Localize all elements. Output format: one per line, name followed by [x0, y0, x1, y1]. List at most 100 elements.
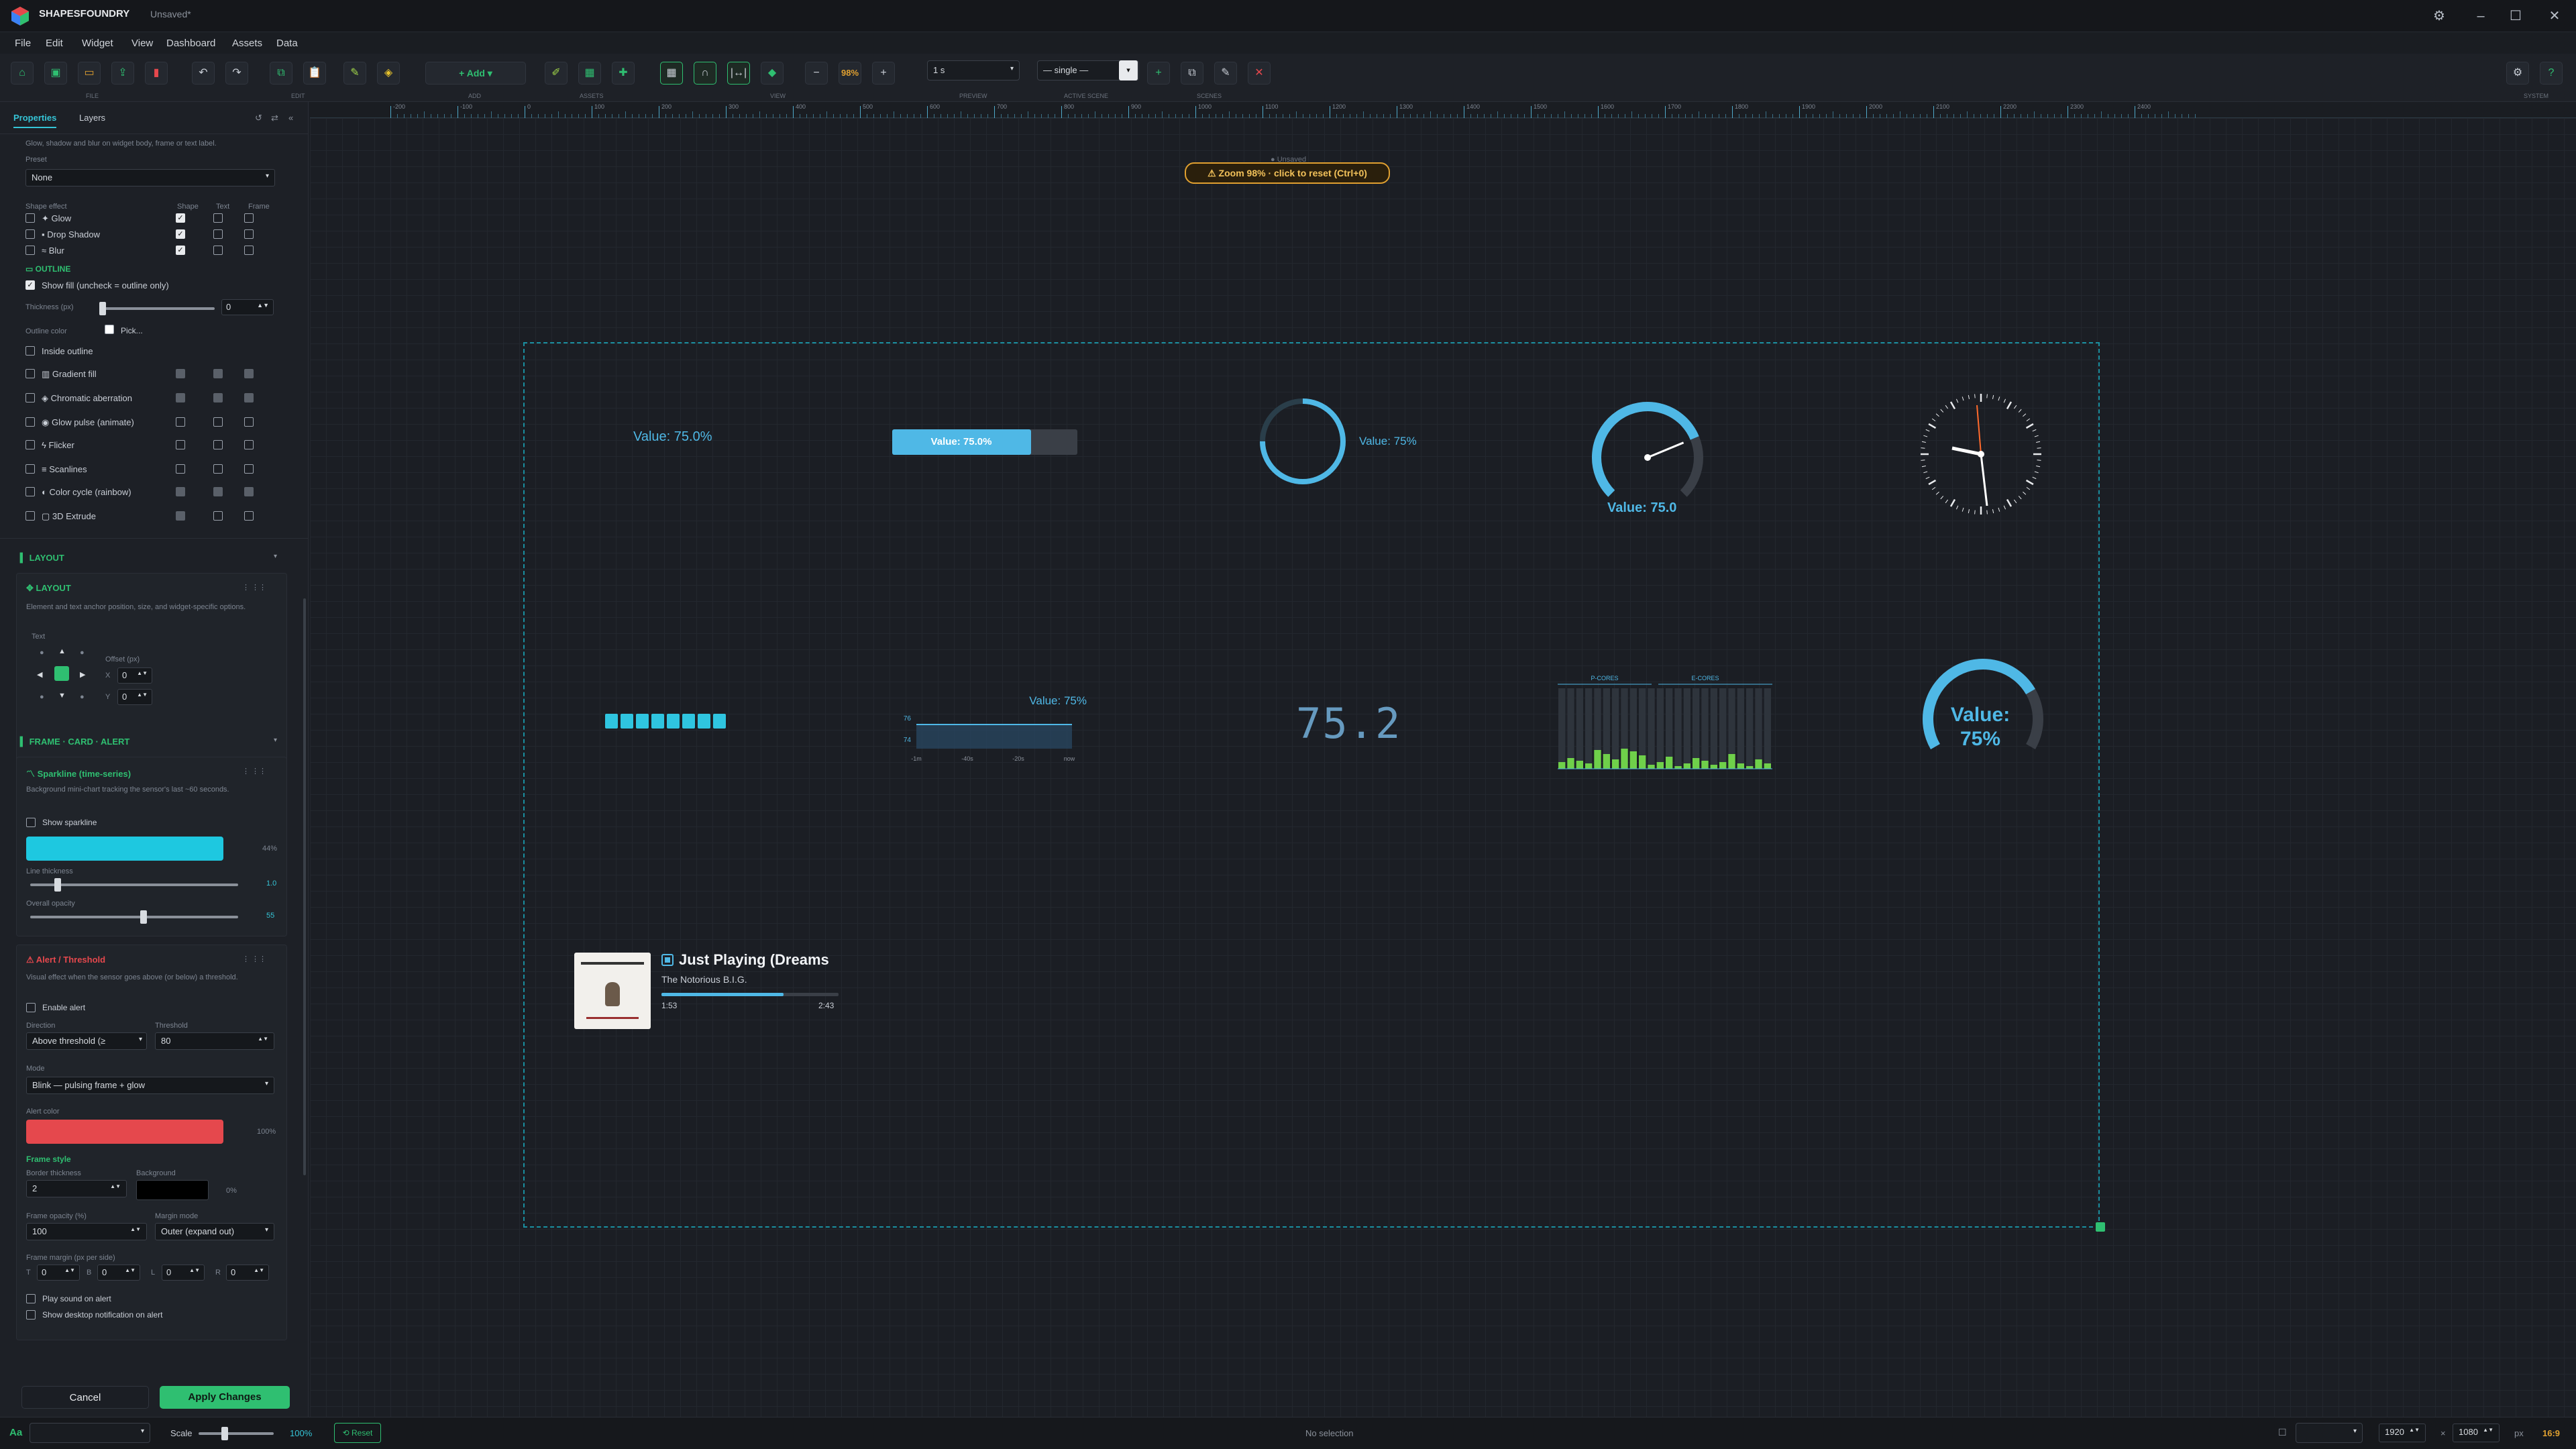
rename-scene-icon[interactable]: ✎	[1214, 62, 1237, 85]
frame-opacity-input[interactable]: 100 ▲▼	[26, 1223, 147, 1240]
blur-checkbox[interactable]	[25, 246, 35, 255]
play-sound-checkbox[interactable]	[26, 1294, 36, 1303]
font-select[interactable]: ▾	[30, 1423, 150, 1443]
chevron-down-icon[interactable]: ▾	[274, 737, 277, 744]
canvas-height-input[interactable]: 1080 ▲▼	[2453, 1424, 2500, 1442]
font-icon[interactable]: Aa	[9, 1427, 22, 1438]
zoom-out-icon[interactable]: −	[805, 62, 828, 85]
scanlines-shape-checkbox[interactable]	[176, 464, 185, 474]
paste-icon[interactable]: 📋	[303, 62, 326, 85]
extrude-checkbox[interactable]	[25, 511, 35, 521]
card-menu-icon[interactable]: ⋮ ⋮⋮	[242, 583, 266, 592]
blur-shape-checkbox[interactable]: ✓	[176, 246, 185, 255]
blur-text-checkbox[interactable]	[213, 246, 223, 255]
direction-select[interactable]: Above threshold (≥ ▾	[26, 1032, 147, 1050]
close-file-icon[interactable]: ▮	[145, 62, 168, 85]
extrude-frame-checkbox[interactable]	[244, 511, 254, 521]
apply-changes-button[interactable]: Apply Changes	[160, 1386, 290, 1409]
chevron-down-icon[interactable]: ▾	[274, 553, 277, 560]
border-thickness-input[interactable]: 2 ▲▼	[26, 1180, 127, 1197]
offset-y-input[interactable]: 0 ▲▼	[117, 689, 152, 705]
zoom-in-icon[interactable]: +	[872, 62, 895, 85]
zoom-level[interactable]: 98%	[839, 62, 861, 85]
drop-shadow-checkbox[interactable]	[25, 229, 35, 239]
gradient-shape-checkbox[interactable]	[176, 369, 185, 378]
pick-color-button[interactable]: Pick...	[121, 326, 143, 335]
anchor-w[interactable]: ◀	[37, 670, 42, 679]
save-icon[interactable]: ▣	[44, 62, 67, 85]
canvas-width-input[interactable]: 1920 ▲▼	[2379, 1424, 2426, 1442]
anchor-center[interactable]	[54, 666, 69, 681]
chromatic-checkbox[interactable]	[25, 393, 35, 402]
glow-checkbox[interactable]	[25, 213, 35, 223]
home-icon[interactable]: ⌂	[11, 62, 34, 85]
dashboard-frame[interactable]: Value: 75.0% Value: 75.0% Value: 75% Val…	[523, 342, 2105, 1232]
margin-t-input[interactable]: 0 ▲▼	[37, 1265, 80, 1281]
drop-shadow-shape-checkbox[interactable]: ✓	[176, 229, 185, 239]
seven-segment-widget[interactable]: 75.2	[1296, 699, 1401, 748]
menu-dashboard[interactable]: Dashboard	[166, 38, 215, 49]
glow-pulse-text-checkbox[interactable]	[213, 417, 223, 427]
paint-bucket-icon[interactable]: ◈	[377, 62, 400, 85]
color-cycle-shape-checkbox[interactable]	[176, 487, 185, 496]
color-cycle-checkbox[interactable]	[25, 487, 35, 496]
menu-assets[interactable]: Assets	[232, 38, 262, 49]
swap-icon[interactable]: ⇄	[271, 113, 278, 123]
gradient-frame-checkbox[interactable]	[244, 369, 254, 378]
pencil-icon[interactable]: ✎	[343, 62, 366, 85]
tab-layers[interactable]: Layers	[79, 113, 105, 123]
sparkline-color-swatch[interactable]	[26, 837, 223, 861]
open-folder-icon[interactable]: ▭	[78, 62, 101, 85]
glow-pulse-checkbox[interactable]	[25, 417, 35, 427]
show-sparkline-checkbox[interactable]	[26, 818, 36, 827]
text-value-widget[interactable]: Value: 75.0%	[633, 429, 712, 445]
add-scene-icon[interactable]: +	[1147, 62, 1170, 85]
menu-edit[interactable]: Edit	[46, 38, 63, 49]
anchor-grid[interactable]: ● ▲ ● ◀ ▶ ● ▼ ●	[36, 646, 96, 708]
sidebar-scrollbar[interactable]	[303, 598, 306, 1175]
extrude-shape-checkbox[interactable]	[176, 511, 185, 521]
media-progress-track[interactable]	[661, 993, 839, 996]
menu-view[interactable]: View	[131, 38, 153, 49]
anchor-sw[interactable]: ●	[40, 693, 44, 701]
close-window-button[interactable]: ✕	[2540, 4, 2569, 28]
color-cycle-frame-checkbox[interactable]	[244, 487, 254, 496]
cpu-cores-widget[interactable]: P-CORES E-CORES	[1558, 672, 1775, 770]
chromatic-shape-checkbox[interactable]	[176, 393, 185, 402]
chromatic-frame-checkbox[interactable]	[244, 393, 254, 402]
anchor-ne[interactable]: ●	[80, 649, 85, 657]
puzzle-icon[interactable]: ✚	[612, 62, 635, 85]
glow-pulse-frame-checkbox[interactable]	[244, 417, 254, 427]
resize-handle[interactable]	[2096, 1222, 2105, 1232]
margin-l-input[interactable]: 0 ▲▼	[162, 1265, 205, 1281]
desktop-notification-checkbox[interactable]	[26, 1310, 36, 1320]
overall-opacity-knob[interactable]	[140, 910, 147, 924]
design-canvas[interactable]: ● Unsaved ⚠ Zoom 98% · click to reset (C…	[310, 118, 2576, 1417]
scanlines-checkbox[interactable]	[25, 464, 35, 474]
delete-scene-icon[interactable]: ✕	[1248, 62, 1271, 85]
cancel-button[interactable]: Cancel	[21, 1386, 149, 1409]
mode-select[interactable]: Blink — pulsing frame + glow ▾	[26, 1077, 274, 1094]
card-menu-icon[interactable]: ⋮ ⋮⋮	[242, 767, 266, 775]
offset-x-input[interactable]: 0 ▲▼	[117, 667, 152, 684]
scale-slider-knob[interactable]	[221, 1427, 228, 1440]
progress-bar-widget[interactable]: Value: 75.0%	[892, 429, 1077, 455]
tab-properties[interactable]: Properties	[13, 113, 57, 128]
grid-toggle-icon[interactable]: ▦	[660, 62, 683, 85]
grid-assets-icon[interactable]: ▦	[578, 62, 601, 85]
glow-pulse-shape-checkbox[interactable]	[176, 417, 185, 427]
gradient-text-checkbox[interactable]	[213, 369, 223, 378]
minimize-button[interactable]: –	[2466, 4, 2496, 28]
extrude-text-checkbox[interactable]	[213, 511, 223, 521]
scene-dropdown-toggle[interactable]: ▾	[1119, 60, 1138, 80]
export-icon[interactable]: ⇪	[111, 62, 134, 85]
line-thickness-slider[interactable]	[30, 883, 238, 886]
snap-magnet-icon[interactable]: ∩	[694, 62, 716, 85]
margin-r-input[interactable]: 0 ▲▼	[226, 1265, 269, 1281]
chromatic-text-checkbox[interactable]	[213, 393, 223, 402]
overall-opacity-slider[interactable]	[30, 916, 238, 918]
help-icon[interactable]: ?	[2540, 62, 2563, 85]
ring-widget[interactable]	[1256, 394, 1350, 488]
thickness-input[interactable]: 0 ▲▼	[221, 299, 274, 315]
frame-card-alert-header[interactable]: ▍ FRAME · CARD · ALERT	[20, 737, 129, 747]
